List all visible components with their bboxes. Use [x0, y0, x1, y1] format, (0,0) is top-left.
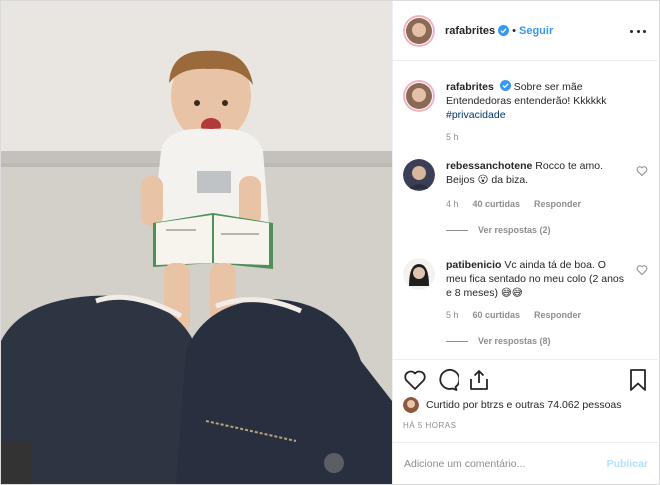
caption-text-block: rafabrites Sobre ser mãe Entendedoras en… [446, 80, 626, 122]
comment-meta: 4 h 40 curtidas Responder [446, 199, 581, 209]
follow-button[interactable]: Seguir [519, 25, 553, 37]
comment-text-block: patibenicio Vc ainda tá de boa. O meu fi… [446, 258, 626, 300]
likes-summary[interactable]: Curtido por btrzs e outras 74.062 pessoa… [403, 397, 622, 413]
caption-avatar[interactable] [403, 80, 435, 112]
heart-icon[interactable] [403, 368, 427, 392]
comment-item: rebessanchotene Rocco te amo. Beijos 😮 d… [403, 159, 648, 249]
bookmark-icon[interactable] [626, 368, 650, 392]
comment-time: 4 h [446, 199, 459, 209]
post-photo[interactable] [1, 1, 392, 484]
comment-icon[interactable] [435, 368, 459, 392]
share-icon[interactable] [467, 368, 491, 392]
caption-meta: 5 h [446, 132, 459, 142]
header-separator: • [512, 24, 516, 37]
comment-heart-icon[interactable] [636, 165, 648, 177]
likes-text: Curtido por btrzs e outras 74.062 pessoa… [426, 399, 622, 411]
author-avatar[interactable] [403, 14, 435, 47]
publish-button[interactable]: Publicar [607, 458, 648, 470]
reply-button[interactable]: Responder [534, 310, 581, 320]
comment-likes[interactable]: 60 curtidas [473, 310, 521, 320]
verified-icon [499, 80, 511, 91]
comment-time: 5 h [446, 310, 459, 320]
reply-button[interactable]: Responder [534, 199, 581, 209]
comments-list[interactable]: rafabrites Sobre ser mãe Entendedoras en… [393, 62, 660, 359]
comment-avatar[interactable] [403, 258, 435, 290]
comment-item: patibenicio Vc ainda tá de boa. O meu fi… [403, 258, 648, 358]
caption-username[interactable]: rafabrites [446, 81, 494, 93]
verified-icon [498, 25, 510, 36]
add-comment-bar: Adicione um comentário... Publicar [393, 442, 660, 484]
view-replies-label[interactable]: Ver respostas (8) [478, 336, 551, 346]
liker-avatar [403, 397, 419, 413]
comment-username[interactable]: rebessanchotene [446, 160, 532, 172]
post-header: rafabrites • Seguir [393, 1, 660, 61]
comment-meta: 5 h 60 curtidas Responder [446, 310, 581, 320]
caption-time: 5 h [446, 132, 459, 142]
view-replies[interactable]: Ver respostas (2) [446, 225, 551, 235]
author-username[interactable]: rafabrites [445, 25, 495, 37]
post-timestamp[interactable]: HÁ 5 HORAS [403, 421, 456, 430]
comment-likes[interactable]: 40 curtidas [473, 199, 521, 209]
view-replies-label[interactable]: Ver respostas (2) [478, 225, 551, 235]
more-icon[interactable] [630, 23, 646, 39]
comment-avatar[interactable] [403, 159, 435, 191]
action-bar [393, 359, 660, 399]
view-replies[interactable]: Ver respostas (8) [446, 336, 551, 346]
replies-line [446, 229, 468, 231]
comment-text-block: rebessanchotene Rocco te amo. Beijos 😮 d… [446, 159, 626, 187]
comment-heart-icon[interactable] [636, 264, 648, 276]
comment-username[interactable]: patibenicio [446, 259, 501, 271]
caption-hashtag[interactable]: #privacidade [446, 109, 506, 121]
caption: rafabrites Sobre ser mãe Entendedoras en… [403, 80, 648, 150]
comment-input[interactable]: Adicione um comentário... [404, 458, 525, 470]
replies-line [446, 340, 468, 342]
post-side-panel: rafabrites • Seguir rafabrites Sobre ser… [392, 1, 660, 484]
